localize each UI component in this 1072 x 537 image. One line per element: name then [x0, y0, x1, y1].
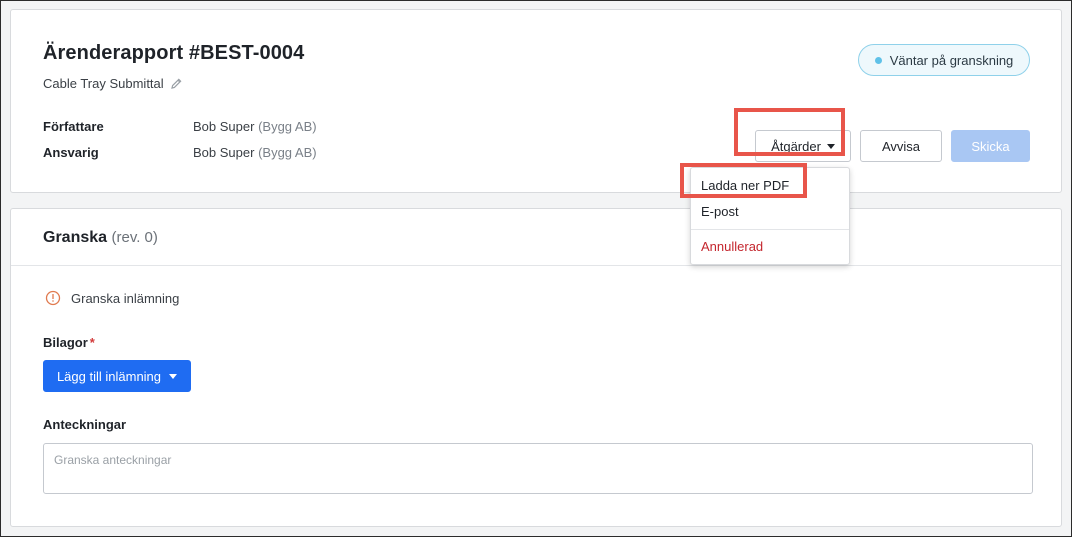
- review-title-text: Granska: [43, 229, 108, 246]
- required-marker: *: [89, 335, 95, 350]
- author-label: Författare: [43, 119, 104, 134]
- review-title: Granska (rev. 0): [43, 229, 158, 247]
- assignee-label: Ansvarig: [43, 145, 99, 160]
- assignee-company: (Bygg AB): [258, 145, 317, 160]
- app-frame: Ärenderapport #BEST-0004 Cable Tray Subm…: [0, 0, 1072, 537]
- actions-button-label: Åtgärder: [771, 138, 821, 154]
- status-badge: Väntar på granskning: [858, 44, 1030, 76]
- review-notice-text: Granska inlämning: [71, 290, 180, 306]
- actions-dropdown-menu: Ladda ner PDF E-post Annullerad: [690, 167, 850, 265]
- status-dot-icon: [874, 56, 882, 64]
- menu-item-download-pdf[interactable]: Ladda ner PDF: [701, 178, 789, 193]
- review-notice: Granska inlämning: [45, 290, 179, 306]
- menu-item-email[interactable]: E-post: [701, 204, 739, 219]
- author-value: Bob Super (Bygg AB): [193, 119, 317, 134]
- review-revision: (rev. 0): [111, 229, 158, 246]
- assignee-name: Bob Super: [193, 145, 255, 160]
- author-row: Författare Bob Super (Bygg AB): [43, 119, 317, 134]
- assignee-row: Ansvarig Bob Super (Bygg AB): [43, 145, 317, 160]
- page-title: Ärenderapport #BEST-0004: [43, 42, 305, 64]
- assignee-value: Bob Super (Bygg AB): [193, 145, 317, 160]
- add-submission-label: Lägg till inlämning: [56, 368, 162, 384]
- warning-circle-icon: [45, 290, 61, 306]
- status-text: Väntar på granskning: [889, 52, 1014, 68]
- pencil-icon[interactable]: [170, 77, 183, 90]
- author-name: Bob Super: [193, 119, 255, 134]
- author-company: (Bygg AB): [258, 119, 317, 134]
- actions-button[interactable]: Åtgärder: [755, 130, 851, 162]
- notes-label: Anteckningar: [43, 417, 127, 432]
- send-button[interactable]: Skicka: [951, 130, 1030, 162]
- notes-textarea[interactable]: [43, 443, 1033, 494]
- review-section-header: Granska (rev. 0): [11, 209, 1061, 266]
- subtitle-text: Cable Tray Submittal: [43, 76, 164, 91]
- reject-button[interactable]: Avvisa: [860, 130, 942, 162]
- add-submission-button[interactable]: Lägg till inlämning: [43, 360, 191, 392]
- report-subtitle: Cable Tray Submittal: [43, 76, 183, 91]
- report-header-card: Ärenderapport #BEST-0004 Cable Tray Subm…: [10, 9, 1062, 193]
- attachments-label: Bilagor *: [43, 335, 95, 350]
- menu-item-cancelled[interactable]: Annullerad: [701, 239, 763, 254]
- review-card: Granska (rev. 0) Granska inlämning Bilag…: [10, 208, 1062, 527]
- menu-divider: [691, 229, 849, 230]
- attachments-label-text: Bilagor: [43, 335, 88, 350]
- caret-down-icon: [169, 373, 178, 379]
- caret-down-icon: [826, 143, 835, 149]
